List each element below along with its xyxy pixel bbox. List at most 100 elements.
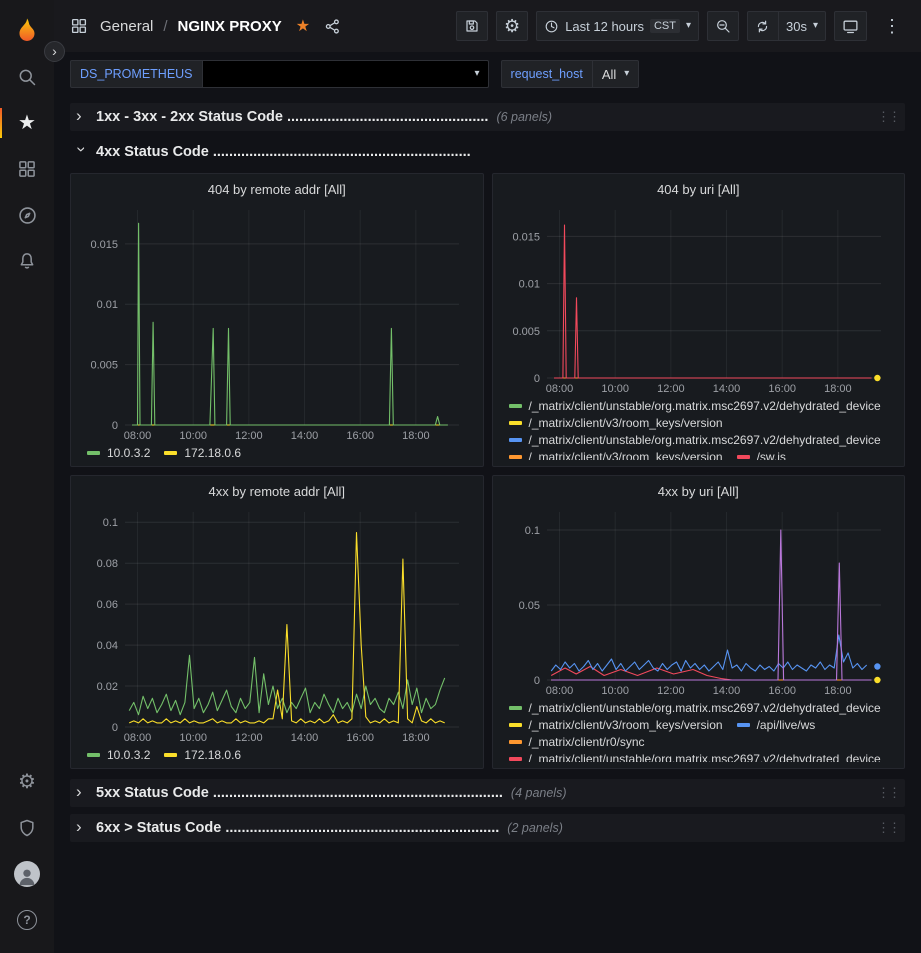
legend-item[interactable]: /_matrix/client/v3/room_keys/version (509, 718, 723, 732)
legend-item[interactable]: /_matrix/client/unstable/org.matrix.msc2… (509, 701, 881, 715)
zoom-out-button[interactable] (707, 11, 739, 41)
svg-text:18:00: 18:00 (402, 732, 430, 744)
time-range-label: Last 12 hours (565, 19, 644, 34)
caret-down-icon: ▾ (686, 21, 691, 31)
panel-title[interactable]: 404 by uri [All] (501, 178, 897, 202)
svg-text:10:00: 10:00 (179, 430, 207, 442)
dashboard-content: › 1xx - 3xx - 2xx Status Code ..........… (54, 94, 921, 953)
legend-item[interactable]: /_matrix/client/unstable/org.matrix.msc2… (509, 399, 881, 413)
legend-color-marker (509, 740, 522, 744)
legend-label: /_matrix/client/v3/room_keys/version (529, 718, 723, 732)
compass-icon (17, 205, 38, 226)
sidebar-expand-button[interactable]: › (44, 41, 65, 62)
panel-title[interactable]: 4xx by remote addr [All] (79, 480, 475, 504)
legend-label: 10.0.3.2 (107, 446, 150, 460)
legend-color-marker (509, 438, 522, 442)
avatar (14, 861, 40, 887)
svg-text:10:00: 10:00 (601, 685, 629, 697)
svg-text:10:00: 10:00 (179, 732, 207, 744)
panel-title[interactable]: 4xx by uri [All] (501, 480, 897, 504)
row-title: 1xx - 3xx - 2xx Status Code ............… (96, 109, 488, 125)
svg-text:0.015: 0.015 (90, 239, 118, 251)
panel-chart[interactable]: 08:0010:0012:0014:0016:0018:0000.050.1 (501, 504, 897, 698)
row-panel-count: (2 panels) (507, 821, 563, 835)
legend-color-marker (509, 706, 522, 710)
request-host-select[interactable]: All ▾ (593, 60, 639, 88)
panel-chart[interactable]: 08:0010:0012:0014:0016:0018:0000.0050.01… (501, 202, 897, 396)
sidebar-item-help[interactable]: ? (0, 897, 54, 943)
sidebar-item-search[interactable] (0, 54, 54, 100)
svg-text:08:00: 08:00 (545, 383, 573, 395)
panel-chart[interactable]: 08:0010:0012:0014:0016:0018:0000.0050.01… (79, 202, 475, 443)
gear-icon: ⚙ (18, 772, 36, 792)
legend-item[interactable]: 10.0.3.2 (87, 446, 150, 460)
svg-text:18:00: 18:00 (824, 383, 852, 395)
dashboard-settings-button[interactable]: ⚙ (496, 11, 528, 41)
drag-handle-icon[interactable]: ⋮⋮ (877, 109, 899, 125)
breadcrumb-folder[interactable]: General (100, 18, 153, 35)
row-4xx-status-code[interactable]: › 4xx Status Code ......................… (70, 138, 905, 166)
panel-title[interactable]: 404 by remote addr [All] (79, 178, 475, 202)
panel-4xx-by-uri: 4xx by uri [All] 08:0010:0012:0014:0016:… (492, 475, 906, 769)
legend-label: /_matrix/client/unstable/org.matrix.msc2… (529, 752, 881, 762)
favorite-star-icon[interactable]: ★ (296, 16, 310, 36)
kebab-menu-button[interactable]: ⋮ (875, 11, 909, 41)
dashboard-title[interactable]: NGINX PROXY (178, 18, 282, 35)
chevron-right-icon: › (76, 783, 88, 803)
sidebar-item-starred[interactable]: ★ (0, 100, 54, 146)
save-dashboard-button[interactable] (456, 11, 488, 41)
request-host-value: All (602, 67, 616, 82)
user-silhouette-icon (16, 865, 38, 887)
legend-item[interactable]: 172.18.0.6 (164, 446, 241, 460)
sidebar-item-alerting[interactable] (0, 238, 54, 284)
legend-item[interactable]: 172.18.0.6 (164, 748, 241, 762)
legend-item[interactable]: /_matrix/client/v3/room_keys/version (509, 416, 723, 430)
svg-text:0.1: 0.1 (103, 517, 118, 529)
sidebar-item-profile[interactable] (0, 851, 54, 897)
share-icon[interactable] (324, 18, 341, 35)
row-1xx-3xx-2xx-status-code[interactable]: › 1xx - 3xx - 2xx Status Code ..........… (70, 103, 905, 131)
sidebar: ★ ⚙ ? (0, 0, 54, 953)
legend-color-marker (164, 451, 177, 455)
sidebar-item-explore[interactable] (0, 192, 54, 238)
svg-text:08:00: 08:00 (545, 685, 573, 697)
drag-handle-icon[interactable]: ⋮⋮ (877, 820, 899, 836)
panel-chart[interactable]: 08:0010:0012:0014:0016:0018:0000.020.040… (79, 504, 475, 745)
sidebar-item-dashboards[interactable] (0, 146, 54, 192)
chevron-down-icon: › (74, 146, 91, 158)
tv-mode-button[interactable] (834, 11, 867, 41)
row-6xx-status-code[interactable]: › 6xx > Status Code ....................… (70, 814, 905, 842)
apps-grid-icon[interactable] (70, 17, 88, 35)
svg-text:0: 0 (112, 420, 118, 432)
legend-item[interactable]: /_matrix/client/unstable/org.matrix.msc2… (509, 433, 881, 447)
variables-bar: DS_PROMETHEUS ▾ request_host All ▾ (54, 52, 921, 94)
legend-color-marker (87, 753, 100, 757)
svg-text:14:00: 14:00 (291, 430, 319, 442)
drag-handle-icon[interactable]: ⋮⋮ (877, 785, 899, 801)
legend-color-marker (87, 451, 100, 455)
legend-item[interactable]: /_matrix/client/r0/sync (509, 735, 645, 749)
legend-label: /_matrix/client/r0/sync (529, 735, 645, 749)
panel-legend: /_matrix/client/unstable/org.matrix.msc2… (501, 396, 897, 460)
legend-item[interactable]: /_matrix/client/unstable/org.matrix.msc2… (509, 752, 881, 762)
legend-item[interactable]: 10.0.3.2 (87, 748, 150, 762)
legend-item[interactable]: /sw.js (737, 450, 786, 460)
svg-text:0.01: 0.01 (518, 279, 539, 291)
legend-color-marker (509, 757, 522, 761)
panel-404-by-remote-addr: 404 by remote addr [All] 08:0010:0012:00… (70, 173, 484, 467)
legend-color-marker (509, 421, 522, 425)
svg-text:0: 0 (533, 373, 539, 385)
sidebar-item-server-admin[interactable] (0, 805, 54, 851)
sidebar-item-configuration[interactable]: ⚙ (0, 759, 54, 805)
time-range-picker[interactable]: Last 12 hours CST ▾ (536, 11, 699, 41)
row-5xx-status-code[interactable]: › 5xx Status Code ......................… (70, 779, 905, 807)
monitor-icon (842, 18, 859, 35)
refresh-interval-dropdown[interactable]: 30s ▾ (779, 11, 826, 41)
legend-item[interactable]: /_matrix/client/v3/room_keys/version (509, 450, 723, 460)
legend-label: /_matrix/client/v3/room_keys/version (529, 450, 723, 460)
legend-item[interactable]: /api/live/ws (737, 718, 816, 732)
svg-text:0.005: 0.005 (90, 360, 118, 372)
refresh-button[interactable] (747, 11, 779, 41)
panel-legend: 10.0.3.2 172.18.0.6 (79, 443, 475, 460)
datasource-select[interactable]: ▾ (203, 60, 489, 88)
